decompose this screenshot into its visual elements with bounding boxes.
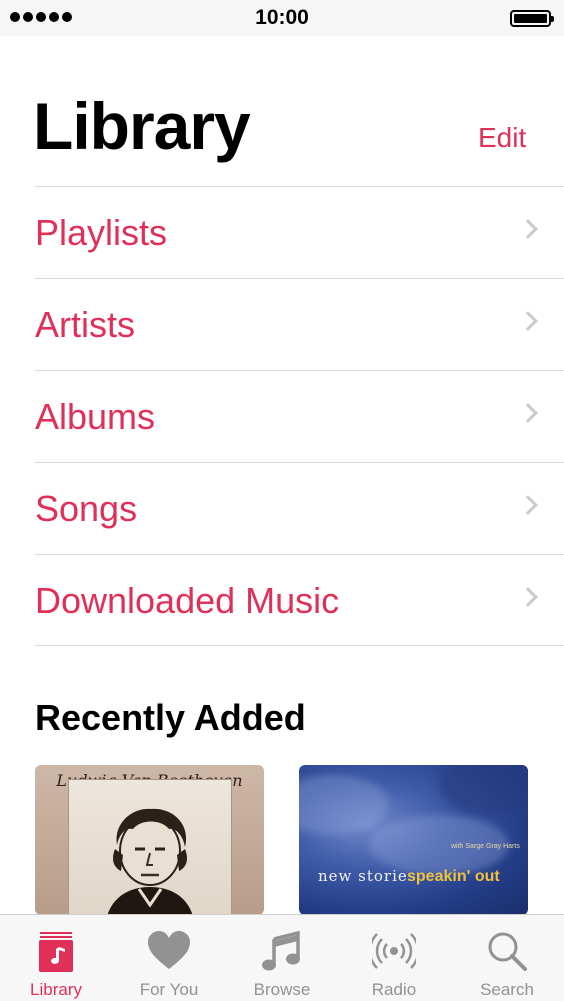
chevron-right-icon <box>518 311 538 331</box>
menu-item-playlists[interactable]: Playlists <box>35 186 564 278</box>
tab-browse[interactable]: Browse <box>226 915 338 1001</box>
menu-item-songs[interactable]: Songs <box>35 462 564 554</box>
tab-library[interactable]: Library <box>0 915 112 1001</box>
chevron-right-icon <box>518 587 538 607</box>
search-icon <box>488 932 527 971</box>
tab-for-you[interactable]: For You <box>113 915 225 1001</box>
heart-icon <box>148 931 190 969</box>
tab-label: Search <box>480 980 534 999</box>
edit-button[interactable]: Edit <box>478 122 526 154</box>
album-art-subtitle: speakin' out <box>407 868 500 885</box>
status-bar: 10:00 <box>0 0 564 36</box>
tab-label: Library <box>30 980 82 999</box>
composer-portrait-image <box>107 808 193 915</box>
tab-label: Browse <box>253 980 311 999</box>
album-card-beethoven[interactable]: Ludwig Van Beethoven <box>35 765 264 915</box>
tab-search[interactable]: Search <box>451 915 563 1001</box>
music-note-icon <box>262 930 300 971</box>
tab-label: For You <box>139 980 199 999</box>
menu-item-label: Downloaded Music <box>35 580 340 621</box>
music-note-square-icon <box>39 932 73 972</box>
album-card-new-stories[interactable]: with Sarge Gray Harts new stories speaki… <box>299 765 528 915</box>
chevron-right-icon <box>518 403 538 423</box>
tab-label: Radio <box>371 980 417 999</box>
menu-item-label: Playlists <box>35 212 168 253</box>
status-time: 10:00 <box>255 6 309 29</box>
menu-item-artists[interactable]: Artists <box>35 278 564 370</box>
radio-broadcast-icon <box>372 933 416 969</box>
page-title: Library <box>33 89 251 163</box>
menu-item-label: Albums <box>35 396 156 437</box>
menu-item-label: Songs <box>35 488 138 529</box>
section-title-recently-added: Recently Added <box>35 697 306 738</box>
tab-radio[interactable]: Radio <box>338 915 450 1001</box>
album-art-text: new stories <box>318 867 417 885</box>
menu-item-albums[interactable]: Albums <box>35 370 564 462</box>
chevron-right-icon <box>518 219 538 239</box>
battery-icon <box>510 10 554 27</box>
library-menu: Playlists Artists Albums Songs Downloade… <box>35 186 564 646</box>
chevron-right-icon <box>518 495 538 515</box>
menu-item-downloaded-music[interactable]: Downloaded Music <box>35 554 564 646</box>
tab-bar: Library For You Browse Radio Search <box>0 914 564 1001</box>
menu-item-label: Artists <box>35 304 136 345</box>
album-art-credit: with Sarge Gray Harts <box>451 843 520 850</box>
